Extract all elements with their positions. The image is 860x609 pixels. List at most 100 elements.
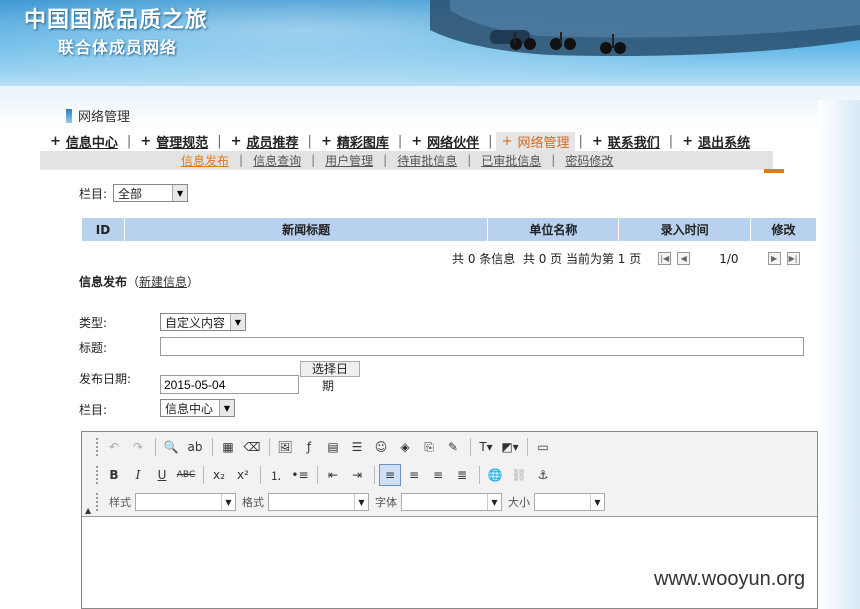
- subnav-query[interactable]: 信息查询: [247, 152, 307, 169]
- last-page-icon[interactable]: ▶|: [786, 252, 800, 265]
- subnav-publish[interactable]: 信息发布: [175, 152, 235, 169]
- font-label: 字体: [375, 496, 397, 509]
- date-input[interactable]: [160, 375, 299, 394]
- chevron-down-icon[interactable]: ▼: [230, 314, 245, 330]
- replace-icon[interactable]: ab: [184, 436, 206, 458]
- subnav-pending[interactable]: 待审批信息: [391, 152, 463, 169]
- chevron-down-icon[interactable]: ▼: [221, 494, 235, 510]
- prev-page-icon[interactable]: ◀: [677, 252, 691, 265]
- nav-item-info-center[interactable]: + 信息中心: [44, 132, 124, 151]
- font-combo[interactable]: ▼: [401, 493, 502, 511]
- nav-item-member-recommend[interactable]: + 成员推荐: [225, 132, 305, 151]
- nav-separator: |: [668, 133, 674, 149]
- redo-icon[interactable]: ↷: [127, 436, 149, 458]
- watermark: www.wooyun.org: [654, 568, 806, 590]
- column-form-select[interactable]: 信息中心 ▼: [160, 399, 235, 417]
- align-left-icon[interactable]: ≡: [379, 464, 401, 486]
- chevron-down-icon[interactable]: ▼: [219, 400, 234, 416]
- format-label: 格式: [242, 496, 264, 509]
- flash-icon[interactable]: ƒ: [298, 436, 320, 458]
- text-color-icon[interactable]: T▾: [475, 436, 497, 458]
- title-input[interactable]: [160, 337, 804, 356]
- indent-icon[interactable]: ⇥: [346, 464, 368, 486]
- choose-date-button[interactable]: 选择日: [300, 361, 360, 377]
- superscript-icon[interactable]: x²: [232, 464, 254, 486]
- toolbar-row-2: B I U ABC x₂ x² ⒈ •≡ ⇤ ⇥ ≡ ≡ ≡ ≣ 🌐 ⛓ ⚓: [96, 463, 556, 487]
- toolbar-separator: [374, 466, 375, 484]
- align-justify-icon[interactable]: ≣: [451, 464, 473, 486]
- outdent-icon[interactable]: ⇤: [322, 464, 344, 486]
- toolbar-row-1: ↶ ↷ 🔍 ab ▦ ⌫ 🖼 ƒ ▤ ☰ ☺ ◈ ⎘ ✎ T▾ ◩▾ ▭: [96, 435, 556, 459]
- find-icon[interactable]: 🔍: [160, 436, 182, 458]
- table-icon[interactable]: ▤: [322, 436, 344, 458]
- strikethrough-icon[interactable]: ABC: [175, 464, 197, 486]
- chevron-down-icon[interactable]: ▼: [354, 494, 368, 510]
- paren-close: ）: [187, 275, 200, 289]
- chevron-down-icon[interactable]: ▼: [172, 185, 188, 201]
- template-icon[interactable]: ✎: [442, 436, 464, 458]
- plus-icon: +: [682, 133, 694, 149]
- collapse-toolbar-icon[interactable]: ▲: [85, 506, 91, 515]
- format-combo[interactable]: ▼: [268, 493, 369, 511]
- nav-item-gallery[interactable]: + 精彩图库: [315, 132, 395, 151]
- subnav-password[interactable]: 密码修改: [559, 152, 619, 169]
- link-icon[interactable]: 🌐: [484, 464, 506, 486]
- toolbar-separator: [317, 466, 318, 484]
- choose-date-button-wrap[interactable]: 期: [322, 377, 334, 394]
- eraser-icon[interactable]: ⌫: [241, 436, 263, 458]
- style-combo[interactable]: ▼: [135, 493, 236, 511]
- toolbar-separator: [203, 466, 204, 484]
- unlink-icon[interactable]: ⛓: [508, 464, 530, 486]
- sub-nav: 信息发布 | 信息查询 | 用户管理 | 待审批信息 | 已审批信息 | 密码修…: [40, 151, 773, 169]
- column-filter: 栏目: 全部 ▼: [79, 184, 189, 202]
- plus-icon: +: [591, 133, 603, 149]
- italic-icon[interactable]: I: [127, 464, 149, 486]
- pager: 共 0 条信息 共 0 页 当前为第 1 页 |◀ ◀ 1/0 ▶ ▶|: [452, 250, 803, 267]
- page-heading-icon: [66, 109, 72, 123]
- col-title: 新闻标题: [123, 217, 489, 242]
- column-form-select-value: 信息中心: [165, 401, 214, 416]
- horizontal-rule-icon[interactable]: ☰: [346, 436, 368, 458]
- toolbar-separator: [212, 438, 213, 456]
- undo-icon[interactable]: ↶: [103, 436, 125, 458]
- first-page-icon[interactable]: |◀: [658, 252, 672, 265]
- bg-color-icon[interactable]: ◩▾: [499, 436, 521, 458]
- site-title: 中国国旅品质之旅: [24, 8, 209, 33]
- toolbar-grip: [96, 466, 99, 484]
- anchor-icon[interactable]: ⚓: [532, 464, 554, 486]
- chevron-down-icon[interactable]: ▼: [590, 494, 604, 510]
- nav-item-logout[interactable]: + 退出系统: [676, 132, 756, 151]
- page-heading: 网络管理: [66, 106, 130, 125]
- toolbar-separator: [527, 438, 528, 456]
- image-icon[interactable]: 🖼: [274, 436, 296, 458]
- subnav-users[interactable]: 用户管理: [319, 152, 379, 169]
- maximize-icon[interactable]: ▭: [532, 436, 554, 458]
- size-combo[interactable]: ▼: [534, 493, 605, 511]
- special-char-icon[interactable]: ◈: [394, 436, 416, 458]
- nav-item-contact[interactable]: + 联系我们: [586, 132, 666, 151]
- underline-icon[interactable]: U: [151, 464, 173, 486]
- bold-icon[interactable]: B: [103, 464, 125, 486]
- select-all-icon[interactable]: ▦: [217, 436, 239, 458]
- editor-content-area[interactable]: [82, 518, 817, 608]
- unordered-list-icon[interactable]: •≡: [289, 464, 311, 486]
- subscript-icon[interactable]: x₂: [208, 464, 230, 486]
- column-select[interactable]: 全部 ▼: [113, 184, 189, 202]
- align-right-icon[interactable]: ≡: [427, 464, 449, 486]
- smiley-icon[interactable]: ☺: [370, 436, 392, 458]
- nav-item-management-rules[interactable]: + 管理规范: [134, 132, 214, 151]
- toolbar-separator: [479, 466, 480, 484]
- plus-icon: +: [320, 133, 332, 149]
- next-page-icon[interactable]: ▶: [767, 252, 781, 265]
- plus-icon: +: [230, 133, 242, 149]
- nav-item-partners[interactable]: + 网络伙伴: [405, 132, 485, 151]
- subnav-approved[interactable]: 已审批信息: [475, 152, 547, 169]
- nav-item-network-admin[interactable]: + 网络管理: [495, 131, 576, 151]
- ordered-list-icon[interactable]: ⒈: [265, 464, 287, 486]
- col-unit: 单位名称: [487, 217, 620, 242]
- new-info-link[interactable]: 新建信息: [139, 275, 187, 289]
- type-select[interactable]: 自定义内容 ▼: [160, 313, 246, 331]
- chevron-down-icon[interactable]: ▼: [487, 494, 501, 510]
- page-break-icon[interactable]: ⎘: [418, 436, 440, 458]
- align-center-icon[interactable]: ≡: [403, 464, 425, 486]
